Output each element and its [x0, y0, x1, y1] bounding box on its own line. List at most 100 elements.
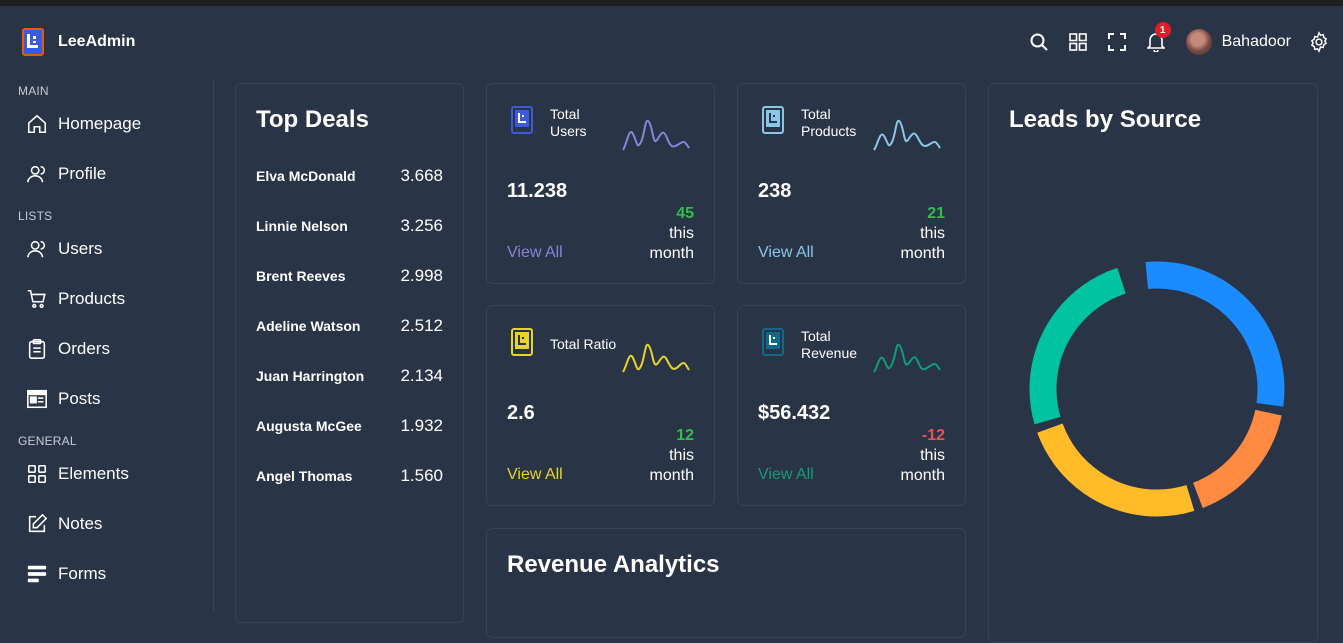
deal-name: Angel Thomas [256, 468, 353, 484]
revenue-analytics-card: Revenue Analytics [486, 528, 966, 638]
edit-icon [28, 513, 48, 533]
sidebar-item-label: Notes [58, 514, 103, 533]
total-ratio-card: Total Ratio 2.6 View All 12 this month [486, 305, 715, 506]
change-value: 21 [927, 205, 945, 222]
sidebar-item-products[interactable]: Products [0, 274, 213, 324]
app-name: LeeAdmin [58, 33, 136, 50]
leads-by-source-card: Leads by Source [988, 83, 1318, 643]
sidebar-item-notes[interactable]: Notes [0, 499, 213, 549]
sidebar-item-label: Elements [58, 464, 129, 483]
list-item[interactable]: Adeline Watson 2.512 [256, 316, 443, 336]
change-value: 12 [676, 427, 694, 444]
change-period: month [649, 245, 694, 262]
stat-change: -12 this month [901, 426, 945, 486]
posts-icon [27, 389, 47, 409]
stat-change: 12 this month [650, 426, 694, 486]
change-period: month [900, 245, 945, 262]
sidebar-section-title: GENERAL [18, 434, 77, 448]
logo[interactable]: LeeAdmin [22, 28, 135, 56]
ratio-stat-icon [511, 328, 533, 356]
search-icon[interactable] [1025, 28, 1053, 56]
view-all-link[interactable]: View All [758, 466, 814, 484]
stat-value: 238 [758, 180, 792, 202]
sidebar-section-title: MAIN [18, 84, 49, 98]
clipboard-icon [28, 339, 46, 359]
view-all-link[interactable]: View All [507, 466, 563, 484]
deal-name: Brent Reeves [256, 268, 346, 284]
sidebar-item-homepage[interactable]: Homepage [0, 99, 213, 149]
settings-icon[interactable] [1305, 28, 1333, 56]
total-users-card: Total Users 11.238 View All 45 this month [486, 83, 715, 284]
notification-badge: 1 [1154, 22, 1171, 38]
list-item[interactable]: Elva McDonald 3.668 [256, 166, 443, 186]
avatar [1185, 29, 1212, 55]
deal-name: Linnie Nelson [256, 218, 348, 234]
stat-label: Total Users [550, 106, 587, 139]
sidebar-item-elements[interactable]: Elements [0, 449, 213, 499]
leads-donut-chart [1029, 261, 1285, 517]
top-deals-title: Top Deals [256, 106, 369, 133]
total-products-card: Total Products 238 View All 21 this month [737, 83, 966, 284]
stat-label: Total Revenue [801, 328, 858, 361]
deal-value: 1.560 [400, 466, 443, 485]
revenue-stat-icon [762, 328, 784, 356]
stat-value: $56.432 [758, 402, 831, 424]
sparkline-chart [873, 119, 941, 151]
deal-name: Adeline Watson [256, 318, 361, 334]
users-icon [27, 240, 46, 258]
sidebar-item-label: Posts [58, 389, 101, 408]
stat-value: 11.238 [507, 180, 568, 202]
sidebar-item-forms[interactable]: Forms [0, 549, 213, 599]
apps-icon[interactable] [1064, 28, 1092, 56]
sparkline-chart [622, 343, 690, 373]
stat-change: 21 this month [901, 204, 945, 264]
sidebar: MAIN Homepage Profile LISTS Users Produc… [0, 78, 214, 612]
view-all-link[interactable]: View All [507, 244, 563, 262]
sparkline-chart [622, 119, 690, 151]
sidebar-item-users[interactable]: Users [0, 224, 213, 274]
forms-icon [27, 565, 47, 583]
view-all-link[interactable]: View All [758, 244, 814, 262]
change-period: this [920, 225, 945, 242]
navbar: LeeAdmin 1 Bahadoor [0, 6, 1343, 78]
stat-value: 2.6 [507, 402, 535, 424]
change-period: month [900, 467, 945, 484]
cart-icon [27, 289, 46, 309]
sidebar-section-title: LISTS [18, 209, 53, 223]
deal-value: 2.512 [400, 316, 443, 335]
deal-value: 1.932 [400, 416, 443, 435]
users-stat-icon [511, 106, 533, 134]
change-period: month [649, 467, 694, 484]
sidebar-item-profile[interactable]: Profile [0, 149, 213, 199]
user-icon [27, 165, 46, 183]
expand-icon[interactable] [1103, 28, 1131, 56]
deal-name: Augusta McGee [256, 418, 362, 434]
sparkline-chart [873, 343, 941, 373]
sidebar-item-posts[interactable]: Posts [0, 374, 213, 424]
home-icon [27, 114, 47, 134]
change-period: this [669, 447, 694, 464]
user-name: Bahadoor [1221, 33, 1291, 50]
grid-icon [27, 464, 47, 484]
list-item[interactable]: Augusta McGee 1.932 [256, 416, 443, 436]
list-item[interactable]: Brent Reeves 2.998 [256, 266, 443, 286]
sidebar-item-label: Users [58, 239, 103, 258]
change-period: this [669, 225, 694, 242]
stat-change: 45 this month [650, 204, 694, 264]
notifications-button[interactable]: 1 [1142, 22, 1171, 56]
deal-value: 2.134 [400, 366, 443, 385]
sidebar-item-label: Homepage [58, 114, 142, 133]
nav-icons: 1 Bahadoor [1014, 22, 1343, 56]
change-value: -12 [921, 427, 945, 444]
revenue-analytics-title: Revenue Analytics [507, 551, 720, 578]
sidebar-item-label: Products [58, 289, 126, 308]
list-item[interactable]: Angel Thomas 1.560 [256, 466, 443, 486]
list-item[interactable]: Juan Harrington 2.134 [256, 366, 443, 386]
user-menu[interactable]: Bahadoor [1185, 29, 1291, 55]
logo-icon [22, 28, 44, 56]
deal-value: 3.256 [400, 216, 443, 235]
sidebar-item-label: Forms [58, 564, 107, 583]
sidebar-item-orders[interactable]: Orders [0, 324, 213, 374]
total-revenue-card: Total Revenue $56.432 View All -12 this mo… [737, 305, 966, 506]
list-item[interactable]: Linnie Nelson 3.256 [256, 216, 443, 236]
